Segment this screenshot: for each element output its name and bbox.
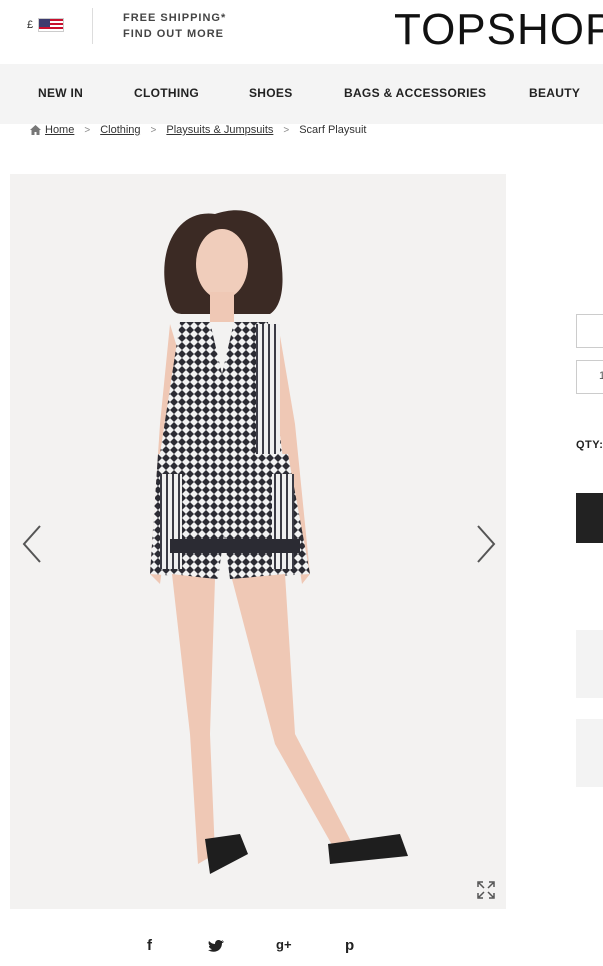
topshop-logo[interactable]: TOPSHOP [394,4,603,56]
currency-selector[interactable]: £ [27,18,65,32]
home-icon [30,125,41,135]
product-image-carousel[interactable] [10,174,506,909]
product-photo [150,210,408,874]
header-divider [92,8,93,44]
facebook-icon[interactable]: f [147,937,152,954]
info-panel-2[interactable] [576,719,603,787]
nav-item-shoes[interactable]: SHOES [249,86,293,100]
chevron-left-icon[interactable] [18,522,46,566]
main-navigation: NEW IN CLOTHING SHOES BAGS & ACCESSORIES… [0,64,603,124]
top-bar: £ FREE SHIPPING* FIND OUT MORE TOPSHOP [0,0,603,64]
nav-item-clothing[interactable]: CLOTHING [134,86,199,100]
breadcrumb-separator: > [150,124,157,136]
quantity-value: 1 [599,370,603,382]
nav-item-bags-accessories[interactable]: BAGS & ACCESSORIES [344,86,486,100]
expand-icon[interactable] [476,880,496,900]
free-shipping-promo[interactable]: FREE SHIPPING* FIND OUT MORE [123,10,226,42]
find-out-more-link[interactable]: FIND OUT MORE [123,26,226,42]
currency-symbol: £ [27,19,34,31]
breadcrumb-clothing[interactable]: Clothing [100,124,140,136]
breadcrumb-home[interactable]: Home [45,124,74,136]
googleplus-icon[interactable]: g+ [276,937,292,952]
add-to-bag-button[interactable] [576,493,603,543]
quantity-select[interactable]: 1 [576,360,603,394]
breadcrumb: Home > Clothing > Playsuits & Jumpsuits … [30,124,366,136]
pinterest-icon[interactable]: p [345,937,354,954]
nav-item-beauty[interactable]: BEAUTY [529,86,580,100]
chevron-right-icon[interactable] [472,522,500,566]
breadcrumb-separator: > [283,124,290,136]
size-select[interactable] [576,314,603,348]
free-shipping-text: FREE SHIPPING* [123,12,227,24]
twitter-icon[interactable] [208,939,225,953]
breadcrumb-separator: > [84,124,91,136]
breadcrumb-current: Scarf Playsuit [299,124,367,136]
breadcrumb-playsuits[interactable]: Playsuits & Jumpsuits [166,124,273,136]
nav-item-new-in[interactable]: NEW IN [38,86,83,100]
info-panel-1[interactable] [576,630,603,698]
us-flag-icon [38,18,65,32]
qty-label: QTY: [576,439,603,451]
